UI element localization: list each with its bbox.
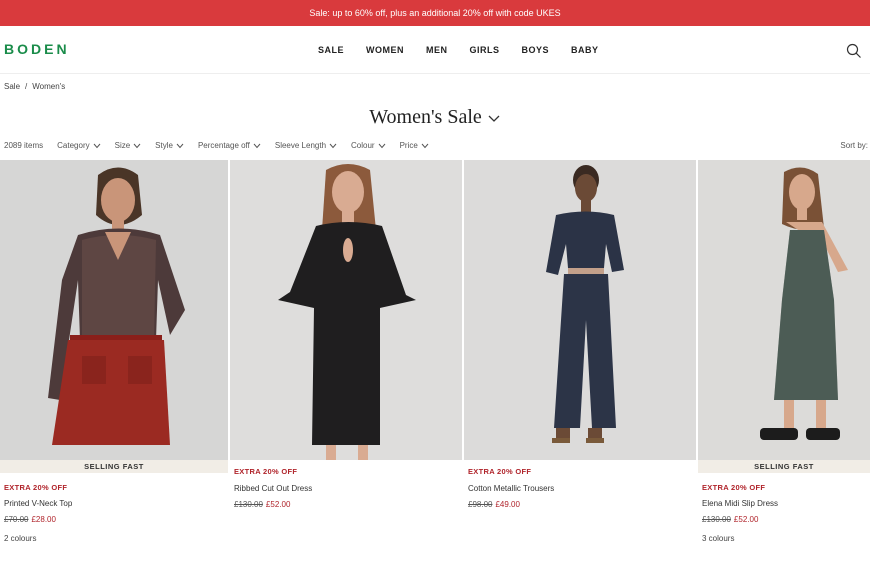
breadcrumb: Sale / Women's	[4, 82, 65, 91]
filter-label: Percentage off	[197, 141, 250, 150]
chevron-down-icon	[253, 143, 261, 148]
breadcrumb-separator: /	[25, 82, 28, 91]
filter-style[interactable]: Style	[155, 141, 184, 150]
sale-price: £28.00	[31, 515, 56, 524]
chevron-down-icon	[488, 115, 500, 123]
filter-label: Style	[155, 141, 173, 150]
product-prices: £130.00 £52.00	[234, 500, 290, 509]
nav-women[interactable]: WOMEN	[366, 45, 404, 55]
nav-girls[interactable]: GIRLS	[470, 45, 500, 55]
chevron-down-icon	[176, 143, 184, 148]
original-price: £98.00	[468, 500, 493, 509]
original-price: £130.00	[702, 515, 731, 524]
sale-price: £52.00	[265, 500, 291, 509]
chevron-down-icon	[378, 143, 385, 148]
filter-label: Sleeve Length	[274, 141, 327, 150]
nav-sale[interactable]: SALE	[318, 45, 344, 55]
product-name[interactable]: Elena Midi Slip Dress	[702, 499, 778, 508]
main-nav: SALE WOMEN MEN GIRLS BOYS BABY	[318, 45, 599, 55]
sort-by-dropdown[interactable]: Sort by:	[840, 141, 868, 150]
sale-price: £52.00	[733, 515, 759, 524]
chevron-down-icon	[133, 143, 141, 148]
promo-text: Sale: up to 60% off, plus an additional …	[309, 8, 561, 18]
product-name[interactable]: Cotton Metallic Trousers	[468, 484, 554, 493]
filter-label: Price	[399, 141, 418, 150]
selling-fast-badge: SELLING FAST	[698, 460, 870, 473]
product-name[interactable]: Printed V-Neck Top	[4, 499, 72, 508]
product-grid: SELLING FAST EXTRA 20% OFF Printed V-Nec…	[0, 160, 870, 565]
extra-discount-label: EXTRA 20% OFF	[234, 467, 298, 476]
chevron-down-icon	[421, 143, 429, 148]
boden-logo[interactable]: BODEN	[4, 41, 70, 57]
product-image[interactable]	[464, 160, 696, 460]
site-header: BODEN SALE WOMEN MEN GIRLS BOYS BABY	[0, 26, 870, 74]
filter-label: Size	[114, 141, 131, 150]
filter-category[interactable]: Category	[57, 141, 100, 150]
product-prices: £70.00 £28.00	[4, 515, 56, 524]
colour-count[interactable]: 2 colours	[4, 534, 36, 543]
filter-size[interactable]: Size	[115, 141, 142, 150]
nav-baby[interactable]: BABY	[571, 45, 599, 55]
extra-discount-label: EXTRA 20% OFF	[702, 483, 766, 492]
original-price: £70.00	[4, 515, 29, 524]
filter-label: Colour	[351, 141, 375, 150]
extra-discount-label: EXTRA 20% OFF	[4, 483, 68, 492]
original-price: £130.00	[234, 500, 263, 509]
page-title-text: Women's Sale	[369, 106, 482, 128]
product-prices: £130.00 £52.00	[702, 515, 758, 524]
sale-price: £49.00	[495, 500, 520, 509]
promo-banner[interactable]: Sale: up to 60% off, plus an additional …	[0, 0, 870, 26]
product-name[interactable]: Ribbed Cut Out Dress	[234, 484, 312, 493]
breadcrumb-sale[interactable]: Sale	[4, 82, 20, 91]
product-image[interactable]	[0, 160, 228, 460]
product-image[interactable]	[230, 160, 462, 460]
nav-men[interactable]: MEN	[426, 45, 448, 55]
colour-count[interactable]: 3 colours	[702, 534, 734, 543]
chevron-down-icon	[93, 143, 100, 148]
product-prices: £98.00 £49.00	[468, 500, 520, 509]
filter-price[interactable]: Price	[400, 141, 429, 150]
page-title[interactable]: Women's Sale	[0, 106, 870, 129]
selling-fast-badge: SELLING FAST	[0, 460, 228, 473]
nav-boys[interactable]: BOYS	[522, 45, 550, 55]
extra-discount-label: EXTRA 20% OFF	[468, 467, 532, 476]
breadcrumb-womens[interactable]: Women's	[32, 82, 65, 91]
item-count: 2089 items	[4, 141, 44, 150]
filter-colour[interactable]: Colour	[351, 141, 386, 150]
filter-label: Category	[57, 141, 90, 150]
filter-percentage-off[interactable]: Percentage off	[198, 141, 261, 150]
chevron-down-icon	[329, 143, 337, 148]
product-image[interactable]	[698, 160, 870, 460]
search-icon[interactable]	[846, 43, 862, 59]
filter-bar: 2089 items Category Size Style Percentag…	[4, 141, 429, 150]
filter-sleeve-length[interactable]: Sleeve Length	[275, 141, 337, 150]
